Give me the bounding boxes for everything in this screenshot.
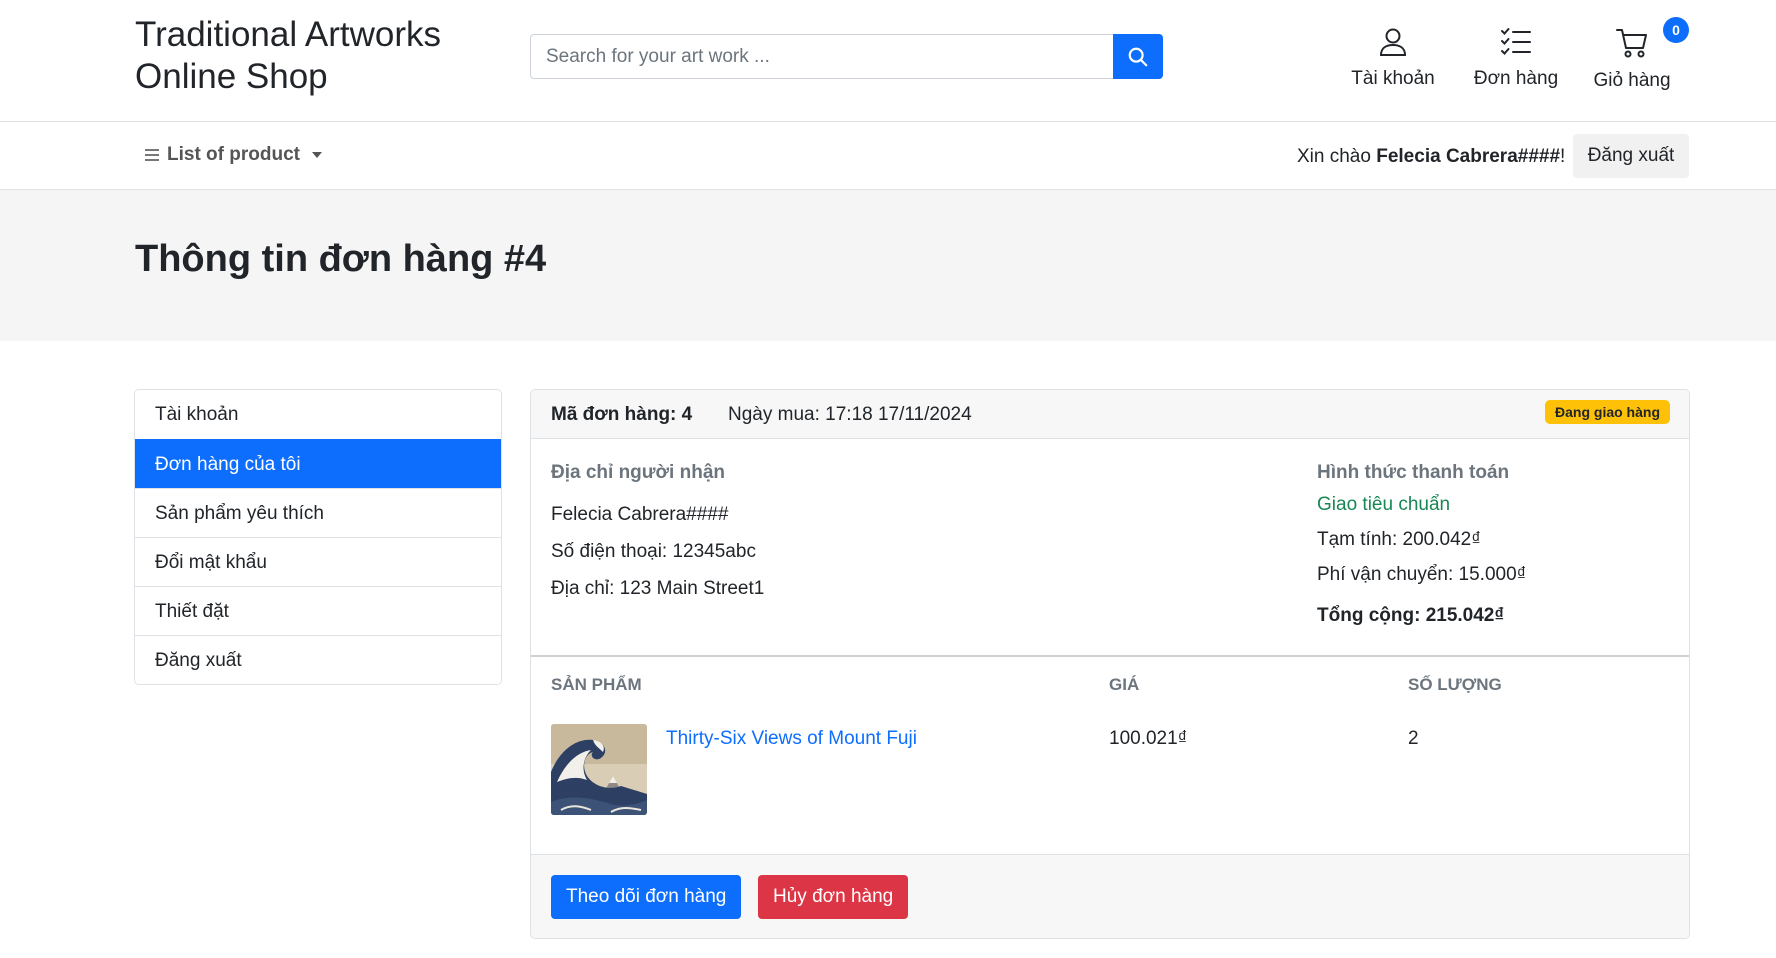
shipping-fee: Phí vận chuyển: 15.000₫ [1317,564,1527,585]
page-title: Thông tin đơn hàng #4 [135,238,547,280]
sidebar-item-change-password[interactable]: Đổi mật khẩu [135,537,501,586]
order-card-footer: Theo dõi đơn hàng Hủy đơn hàng [531,854,1689,938]
greeting-suffix: ! [1560,146,1566,167]
subtotal: Tạm tính: 200.042₫ [1317,529,1481,550]
product-price: 100.021₫ [1109,728,1188,749]
cart-icon [1616,29,1647,58]
secondary-nav: List of product Xin chào Felecia Cabrera… [0,122,1776,190]
section-divider [531,655,1689,657]
category-menu-label: List of product [167,144,300,165]
sidebar-item-my-orders[interactable]: Đơn hàng của tôi [135,439,501,488]
search-bar [530,34,1163,79]
recipient-name: Felecia Cabrera#### [551,504,729,525]
payment-method: Giao tiêu chuẩn [1317,494,1451,515]
column-header-product: SẢN PHẨM [551,675,642,694]
header-cart-label: Giỏ hàng [1593,70,1671,91]
greeting-text: Xin chào Felecia Cabrera####! [1297,146,1565,168]
cart-count-badge: 0 [1663,17,1689,43]
header-account-link[interactable]: Tài khoản [1350,26,1436,90]
caret-down-icon [311,152,322,158]
product-thumbnail[interactable] [551,724,647,815]
order-total: Tổng cộng: 215.042₫ [1317,605,1505,626]
track-order-button[interactable]: Theo dõi đơn hàng [551,875,742,919]
category-menu-toggle[interactable]: List of product [145,144,322,166]
column-header-quantity: SỐ LƯỢNG [1408,675,1502,694]
order-status-badge: Đang giao hàng [1545,400,1670,424]
search-icon [1128,47,1148,66]
search-button[interactable] [1113,34,1163,79]
sidebar-item-favorites[interactable]: Sản phẩm yêu thích [135,488,501,537]
recipient-address-section: Địa chỉ người nhận Felecia Cabrera#### S… [551,462,764,615]
list-check-icon [1501,28,1531,55]
product-quantity: 2 [1408,728,1419,749]
header-account-label: Tài khoản [1351,68,1435,89]
cancel-order-button[interactable]: Hủy đơn hàng [758,875,909,919]
sidebar-item-logout[interactable]: Đăng xuất [135,635,501,684]
brand-line-1: Traditional Artworks [135,15,442,54]
menu-icon [145,149,159,161]
payment-section: Hình thức thanh toán Giao tiêu chuẩn Tạm… [1317,462,1526,640]
header-orders-link[interactable]: Đơn hàng [1466,26,1566,90]
order-detail-card: Mã đơn hàng: 4 Ngày mua: 17:18 17/11/202… [530,389,1690,939]
sidebar-item-settings[interactable]: Thiết đặt [135,586,501,635]
product-name-link[interactable]: Thirty-Six Views of Mount Fuji [666,728,917,750]
payment-heading: Hình thức thanh toán [1317,462,1510,483]
account-sidebar: Tài khoản Đơn hàng của tôi Sản phẩm yêu … [134,389,502,685]
site-header: Traditional Artworks Online Shop Tài kho… [0,0,1776,122]
search-input[interactable] [530,34,1113,79]
great-wave-artwork-image [551,724,647,815]
greeting-prefix: Xin chào [1297,146,1377,167]
logout-button[interactable]: Đăng xuất [1573,134,1689,178]
header-orders-label: Đơn hàng [1473,68,1559,89]
order-card-header: Mã đơn hàng: 4 Ngày mua: 17:18 17/11/202… [531,390,1689,439]
order-date: Ngày mua: 17:18 17/11/2024 [728,404,972,425]
brand-logo[interactable]: Traditional Artworks Online Shop [135,14,441,98]
header-cart-link[interactable]: Giỏ hàng [1589,26,1675,92]
greeting-user-name: Felecia Cabrera#### [1376,146,1561,167]
recipient-phone: Số điện thoại: 12345abc [551,541,756,562]
user-icon [1379,28,1407,56]
recipient-heading: Địa chỉ người nhận [551,462,725,483]
column-header-price: GIÁ [1109,675,1140,694]
brand-line-2: Online Shop [135,57,328,96]
recipient-address: Địa chỉ: 123 Main Street1 [551,578,765,599]
order-id: Mã đơn hàng: 4 [551,404,693,425]
page-heading-band: Thông tin đơn hàng #4 [0,190,1776,341]
sidebar-item-account[interactable]: Tài khoản [135,390,501,439]
